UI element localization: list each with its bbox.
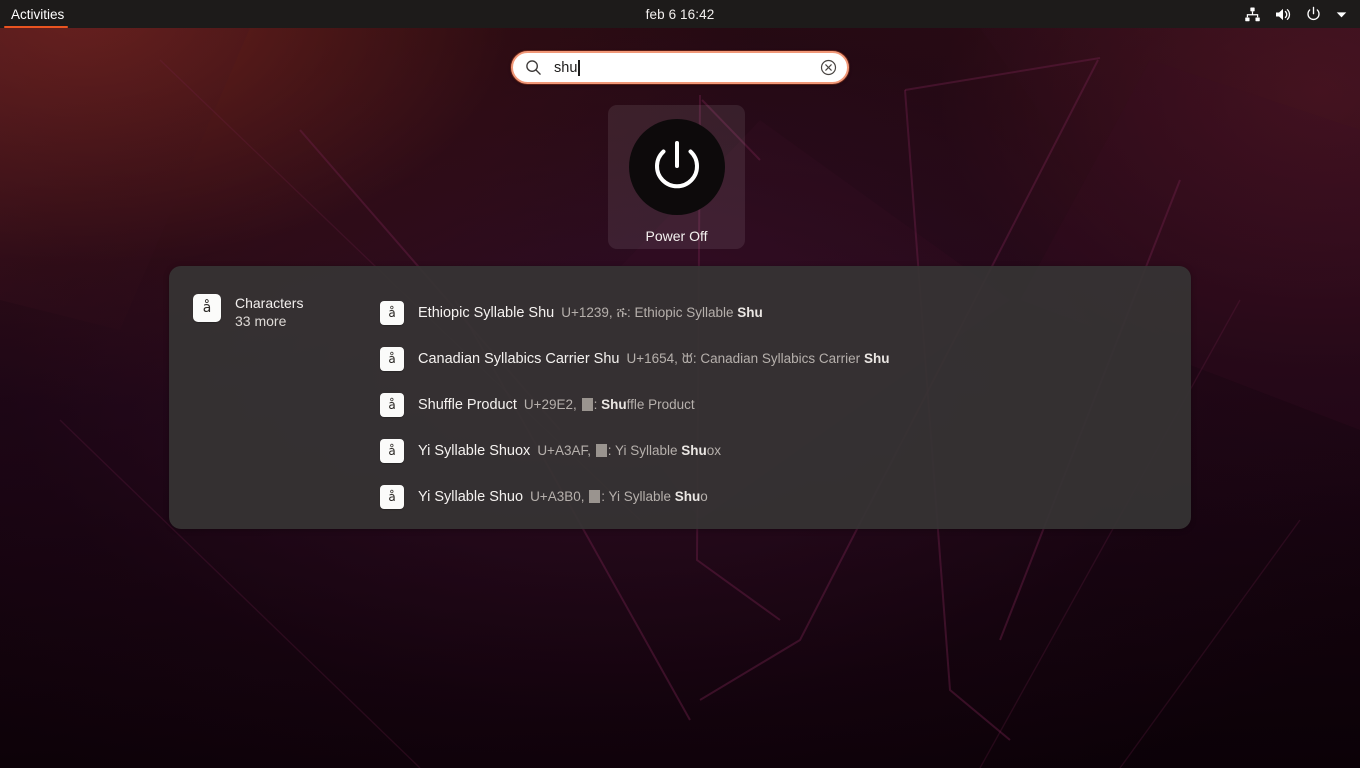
search-results-panel: å Characters 33 more å Ethiopic Syllable … <box>169 266 1191 529</box>
search-result-match-highlight: Shu <box>863 351 890 366</box>
search-provider-column: å Characters 33 more <box>169 266 379 529</box>
character-result-icon: å <box>380 485 404 509</box>
search-result-description: U+A3AF, : Yi Syllable Shuox <box>537 443 721 458</box>
character-result-icon: å <box>380 347 404 371</box>
missing-glyph-box <box>595 444 607 457</box>
search-result-row[interactable]: å Ethiopic Syllable Shu U+1239, ሹ: Ethiopi… <box>379 290 1191 336</box>
search-result-codepoint: U+1654, <box>626 351 678 366</box>
search-result-desc-suffix: o <box>700 489 708 504</box>
network-wired-icon <box>1244 6 1261 23</box>
search-result-desc-suffix: ffle Product <box>626 397 695 412</box>
search-result-codepoint: U+A3AF, <box>537 443 591 458</box>
desktop: Activities feb 6 16:42 shu Power Off å C… <box>0 0 1360 768</box>
power-off-result-tile[interactable]: Power Off <box>608 105 745 249</box>
system-status-menu[interactable] <box>1244 0 1354 28</box>
search-result-row[interactable]: å Shuffle Product U+29E2, : Shuffle Produc… <box>379 382 1191 428</box>
search-result-match-highlight: Shu <box>737 305 763 320</box>
search-result-desc-suffix: ox <box>706 443 722 458</box>
search-result-name: Shuffle Product <box>418 397 517 413</box>
volume-icon <box>1274 6 1292 23</box>
clock: feb 6 16:42 <box>0 0 1360 28</box>
character-result-icon: å <box>380 439 404 463</box>
search-result-desc-prefix: : Yi Syllable <box>601 489 675 504</box>
search-result-name: Canadian Syllabics Carrier Shu <box>418 351 620 367</box>
search-result-desc-prefix: : Ethiopic Syllable <box>626 305 738 320</box>
search-result-desc-prefix: : Canadian Syllabics Carrier <box>692 351 864 366</box>
search-result-name: Yi Syllable Shuox <box>418 443 531 459</box>
clock-label[interactable]: feb 6 16:42 <box>646 7 715 22</box>
power-off-icon <box>628 119 725 215</box>
search-result-codepoint: U+1239, <box>561 305 613 320</box>
characters-app-icon: å <box>193 294 221 322</box>
activities-label: Activities <box>11 6 65 22</box>
search-result-codepoint: U+A3B0, <box>530 489 585 504</box>
search-result-label: Yi Syllable Shuo U+A3B0, : Yi Syllable Sh… <box>418 489 708 505</box>
search-result-codepoint: U+29E2, <box>523 397 577 412</box>
search-input[interactable]: shu <box>554 59 820 76</box>
search-result-row[interactable]: å Yi Syllable Shuox U+A3AF, : Yi Syllable … <box>379 428 1191 474</box>
search-result-match-highlight: Shu <box>601 397 627 412</box>
clear-circle-x-icon[interactable] <box>820 59 837 76</box>
search-result-character: ᙔ <box>681 351 693 366</box>
missing-glyph-box <box>589 490 601 503</box>
character-result-icon: å <box>380 393 404 417</box>
search-result-row[interactable]: å Yi Syllable Shuo U+A3B0, : Yi Syllable S… <box>379 474 1191 520</box>
search-provider-text: Characters 33 more <box>235 294 303 330</box>
search-provider-characters[interactable]: å Characters 33 more <box>193 294 379 330</box>
search-result-row[interactable]: å Canadian Syllabics Carrier Shu U+1654, ᙔ… <box>379 336 1191 382</box>
chevron-down-icon <box>1335 8 1348 21</box>
search-result-description: U+1239, ሹ: Ethiopic Syllable Shu <box>561 305 763 321</box>
search-result-name: Yi Syllable Shuo <box>418 489 524 505</box>
search-entry[interactable]: shu <box>511 51 849 84</box>
search-result-description: U+29E2, : Shuffle Product <box>524 397 695 412</box>
search-result-description: U+A3B0, : Yi Syllable Shuo <box>530 489 708 504</box>
search-result-name: Ethiopic Syllable Shu <box>418 305 555 321</box>
power-icon <box>1305 6 1322 23</box>
search-result-label: Shuffle Product U+29E2, : Shuffle Product <box>418 397 695 413</box>
search-result-match-highlight: Shu <box>681 443 707 458</box>
top-bar: Activities feb 6 16:42 <box>0 0 1360 28</box>
activities-button[interactable]: Activities <box>0 0 76 28</box>
search-result-label: Yi Syllable Shuox U+A3AF, : Yi Syllable S… <box>418 443 721 459</box>
search-provider-more-count: 33 more <box>235 313 287 329</box>
text-cursor <box>578 59 580 76</box>
missing-glyph-box <box>581 398 593 411</box>
search-input-value: shu <box>554 59 578 76</box>
search-result-match-highlight: Shu <box>674 489 701 504</box>
search-result-label: Ethiopic Syllable Shu U+1239, ሹ: Ethiopic… <box>418 305 763 321</box>
search-icon <box>525 59 542 76</box>
character-result-icon: å <box>380 301 404 325</box>
search-result-desc-prefix: : <box>593 397 602 412</box>
power-off-label: Power Off <box>645 228 708 244</box>
search-container: shu <box>511 51 849 84</box>
search-provider-title: Characters <box>235 295 304 311</box>
search-result-character: ሹ <box>616 305 627 320</box>
search-results-list: å Ethiopic Syllable Shu U+1239, ሹ: Ethiopi… <box>379 266 1191 529</box>
search-result-desc-prefix: : Yi Syllable <box>607 443 682 458</box>
search-result-description: U+1654, ᙔ: Canadian Syllabics Carrier Sh… <box>627 351 890 367</box>
search-result-label: Canadian Syllabics Carrier Shu U+1654, ᙔ:… <box>418 351 889 367</box>
